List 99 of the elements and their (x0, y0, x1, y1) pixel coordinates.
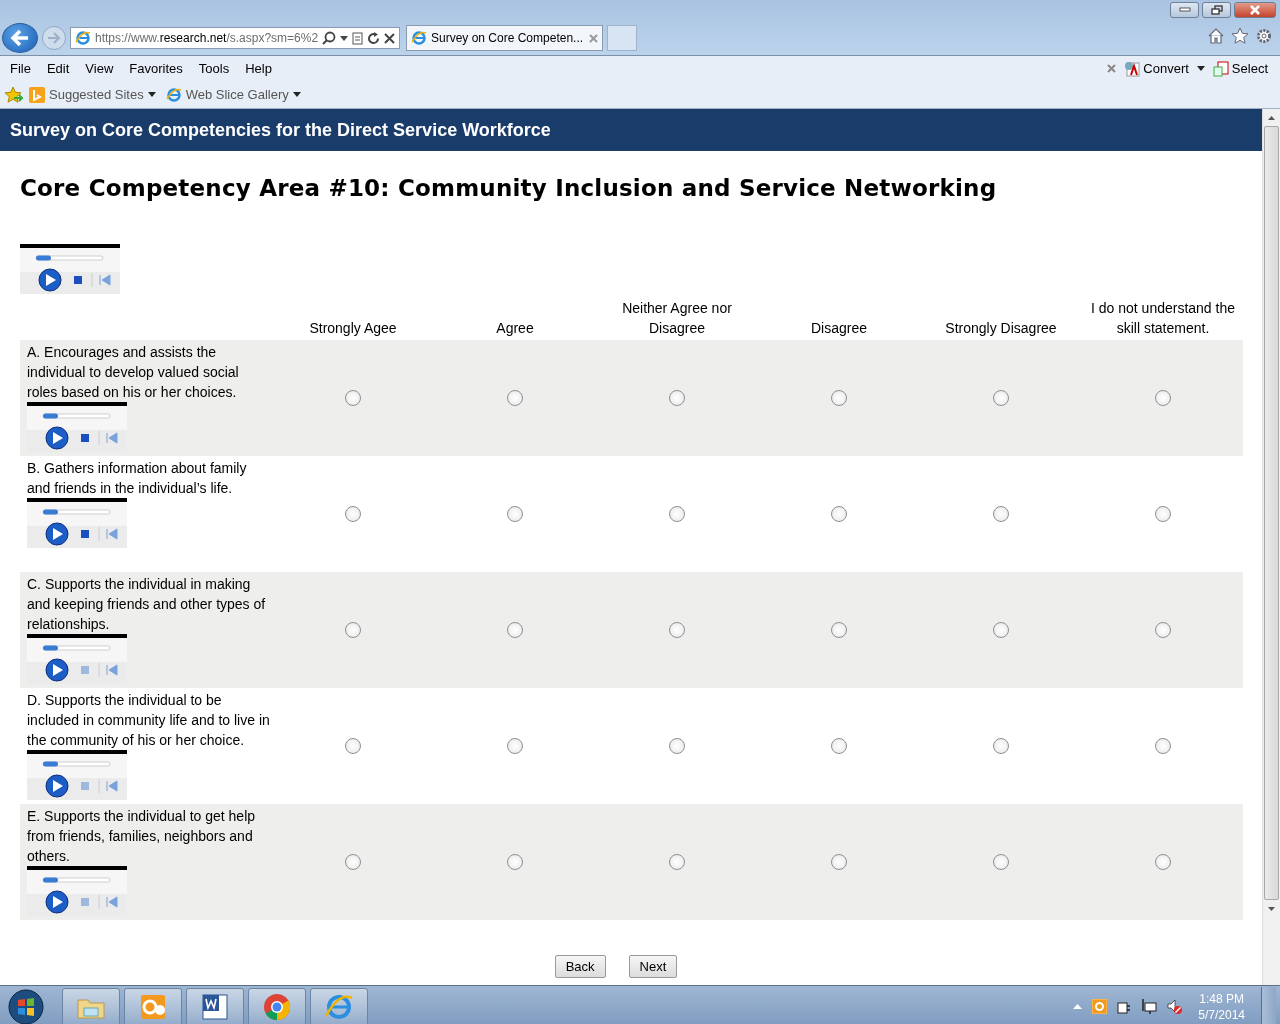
show-hidden-icons-icon[interactable] (1073, 1004, 1083, 1009)
scroll-down-icon (1268, 906, 1275, 911)
menu-item[interactable]: Favorites (121, 61, 191, 76)
radio-button[interactable] (507, 622, 523, 638)
browser-globe-icon (75, 30, 91, 46)
menu-item[interactable]: Help (237, 61, 280, 76)
document-app-icon (200, 991, 230, 1022)
radio-button[interactable] (993, 854, 1009, 870)
radio-button[interactable] (1155, 506, 1171, 522)
radio-button[interactable] (507, 390, 523, 406)
column-header: Strongly Agee (308, 319, 398, 338)
search-icon[interactable] (322, 31, 336, 45)
minimize-icon (1178, 7, 1191, 13)
scrollbar[interactable] (1262, 109, 1280, 985)
radio-button[interactable] (831, 738, 847, 754)
close-button[interactable] (1234, 2, 1276, 18)
column-header: Neither Agree nor Disagree (621, 299, 733, 338)
radio-button[interactable] (831, 390, 847, 406)
radio-button[interactable] (1155, 854, 1171, 870)
close-icon (1249, 5, 1261, 15)
settings-icon[interactable] (1256, 28, 1272, 44)
home-icon[interactable] (1208, 28, 1224, 44)
menu-item[interactable]: File (2, 61, 39, 76)
power-plug-icon[interactable] (1117, 999, 1132, 1014)
radio-button[interactable] (993, 738, 1009, 754)
forward-button[interactable] (42, 26, 66, 50)
radio-button[interactable] (507, 738, 523, 754)
radio-button[interactable] (345, 390, 361, 406)
clock-date: 5/7/2014 (1198, 1006, 1245, 1023)
radio-button[interactable] (993, 390, 1009, 406)
address-text: https://www.research.net/s.aspx?sm=6%2 (95, 31, 318, 45)
favorites-link[interactable]: Suggested Sites (29, 86, 160, 103)
network-icon[interactable] (1141, 999, 1158, 1014)
radio-button[interactable] (993, 622, 1009, 638)
scroll-up-icon (1268, 115, 1275, 120)
question-text: C. Supports the individual in making and keeping friends and other types of relationships. (27, 575, 267, 634)
survey-header: Survey on Core Competencies for the Direct Service Workforce (0, 109, 1262, 151)
radio-button[interactable] (1155, 622, 1171, 638)
page-icon[interactable] (352, 31, 363, 45)
dropdown-caret-icon[interactable] (1196, 66, 1205, 71)
radio-button[interactable] (1155, 738, 1171, 754)
question-text: E. Supports the individual to get help from friends, families, neighbors and others. (27, 807, 257, 866)
radio-button[interactable] (831, 854, 847, 870)
radio-button[interactable] (831, 506, 847, 522)
radio-button[interactable] (345, 622, 361, 638)
page-title: Core Competency Area #10: Community Inclusion and Service Networking (20, 175, 998, 201)
radio-button[interactable] (669, 854, 685, 870)
new-tab-button[interactable] (607, 25, 637, 51)
browser-globe-icon (165, 86, 182, 103)
clock-time: 1:48 PM (1199, 990, 1244, 1007)
radio-button[interactable] (669, 622, 685, 638)
back-arrow-icon (10, 29, 30, 47)
taskbar-button[interactable] (124, 987, 182, 1024)
next-button[interactable]: Next (628, 955, 678, 978)
taskbar-button[interactable] (248, 987, 306, 1024)
column-header: I do not understand the skill statement. (1090, 299, 1236, 338)
close-icon[interactable] (384, 32, 395, 44)
forward-arrow-icon (47, 32, 61, 44)
menu-item[interactable]: Tools (190, 61, 238, 76)
question-text: B. Gathers information about family and friends in the individual’s life. (27, 459, 248, 498)
question-text: A. Encourages and assists the individual to develop valued social roles based on his or her choices. (27, 343, 240, 402)
select-button[interactable]: Select (1212, 60, 1268, 77)
caret-icon[interactable] (340, 35, 348, 41)
convert-button[interactable]: Convert (1124, 60, 1189, 77)
radio-button[interactable] (669, 390, 685, 406)
column-header: Strongly Disagree (944, 319, 1058, 338)
menu-item[interactable]: Edit (38, 61, 78, 76)
question-text: D. Supports the individual to be included in community life and to live in the community of his or her choice. (27, 691, 271, 750)
refresh-icon[interactable] (367, 31, 380, 45)
menu-item[interactable]: View (77, 61, 122, 76)
windows-orb-icon (8, 988, 44, 1024)
browser-globe-icon (411, 30, 427, 46)
radio-button[interactable] (345, 506, 361, 522)
speaker-muted-icon[interactable] (1167, 999, 1183, 1014)
favorites-link[interactable]: Web Slice Gallery (165, 86, 305, 103)
radio-button[interactable] (831, 622, 847, 638)
show-desktop-button[interactable] (1261, 986, 1276, 1024)
favorites-star-icon[interactable] (5, 86, 23, 103)
caret-icon (292, 92, 301, 97)
restore-icon (1210, 5, 1223, 15)
radio-button[interactable] (669, 506, 685, 522)
back-button[interactable] (2, 23, 38, 53)
browser-tab[interactable]: Survey on Core Competen... (406, 25, 603, 51)
radio-button[interactable] (345, 738, 361, 754)
scrollbar-thumb[interactable] (1264, 126, 1279, 900)
restore-button[interactable] (1202, 2, 1231, 18)
column-header: Agree (495, 319, 535, 338)
radio-button[interactable] (1155, 390, 1171, 406)
radio-button[interactable] (669, 738, 685, 754)
radio-button[interactable] (507, 854, 523, 870)
radio-button[interactable] (345, 854, 361, 870)
radio-button[interactable] (507, 506, 523, 522)
address-bar[interactable]: https://www.research.net/s.aspx?sm=6%2 (70, 27, 400, 49)
caret-icon (147, 92, 156, 97)
column-header: Disagree (810, 319, 868, 338)
back-button[interactable]: Back (554, 955, 606, 978)
star-icon[interactable] (1232, 28, 1248, 44)
radio-button[interactable] (993, 506, 1009, 522)
taskbar-button[interactable] (186, 987, 244, 1024)
